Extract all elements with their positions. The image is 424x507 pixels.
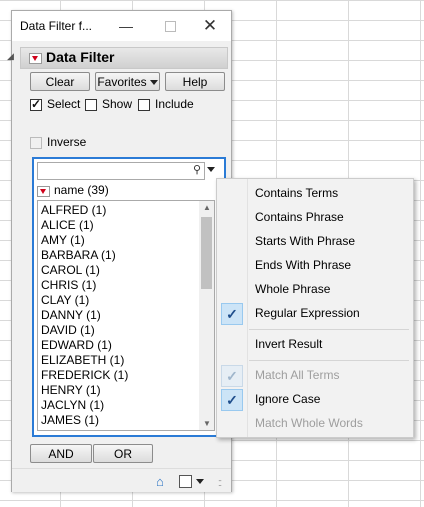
menu-item[interactable]: Contains Phrase [255,210,344,224]
include-label: Include [155,97,194,111]
list-item[interactable]: ALFRED (1) [41,203,106,217]
checkmark-icon: ✓ [221,365,243,387]
select-checkbox[interactable] [30,97,42,111]
list-item[interactable]: CHRIS (1) [41,278,96,292]
resize-grip-icon[interactable]: ⁚⁚ [218,479,222,488]
header-title: Data Filter [46,49,115,65]
collapse-triangle-icon[interactable]: ◢ [7,51,14,62]
menu-item[interactable]: Whole Phrase [255,282,330,296]
search-panel: ⚲ name (39) ALFRED (1) ALICE (1) AMY (1) BA… [32,157,226,437]
list-item[interactable]: JACLYN (1) [41,398,104,412]
list-item[interactable]: FREDERICK (1) [41,368,128,382]
data-filter-window: Data Filter f... — ✕ ◢ Data Filter Clear… [7,10,232,492]
menu-item[interactable]: Invert Result [255,337,322,351]
menu-separator [249,360,409,361]
menu-item[interactable]: Ignore Case [255,392,320,406]
menu-item[interactable]: Ends With Phrase [255,258,351,272]
list-header: name (39) [37,183,217,198]
select-label: Select [47,97,81,111]
red-triangle-menu-icon[interactable] [37,186,50,197]
search-input[interactable]: ⚲ [37,162,205,180]
list-item[interactable]: ALICE (1) [41,218,94,232]
list-item[interactable]: JAMES (1) [41,413,99,427]
list-header-label: name (39) [54,183,109,197]
checkmark-icon: ✓ [221,303,243,325]
inverse-label: Inverse [47,135,87,149]
list-item[interactable]: CAROL (1) [41,263,100,277]
menu-item: Match All Terms [255,368,340,382]
status-bar: ⌂ ⁚⁚ [12,468,231,492]
search-options-dropdown-icon[interactable] [207,167,215,172]
maximize-button[interactable] [158,15,182,37]
chevron-down-icon[interactable] [196,479,204,484]
minimize-button[interactable]: — [114,15,138,37]
scroll-down-icon[interactable]: ▼ [203,419,211,428]
list-item[interactable]: HENRY (1) [41,383,101,397]
red-triangle-menu-icon[interactable] [29,53,42,64]
window-title: Data Filter f... [20,19,93,33]
show-checkbox[interactable] [85,99,97,111]
include-checkbox[interactable] [138,99,150,111]
checkbox-icon[interactable] [179,475,192,488]
menu-item[interactable]: Contains Terms [255,186,338,200]
data-filter-header: Data Filter [20,47,228,69]
list-item[interactable]: CLAY (1) [41,293,89,307]
checkmark-icon: ✓ [221,389,243,411]
clear-button[interactable]: Clear [30,72,90,91]
help-button[interactable]: Help [165,72,225,91]
menu-item: Match Whole Words [255,416,363,430]
vertical-scrollbar[interactable]: ▲ ▼ [199,201,214,430]
list-item[interactable]: ELIZABETH (1) [41,353,124,367]
list-item[interactable]: BARBARA (1) [41,248,116,262]
and-button[interactable]: AND [30,444,92,463]
favorites-button[interactable]: Favorites [95,72,160,91]
close-button[interactable]: ✕ [198,15,222,37]
inverse-checkbox[interactable] [30,137,42,149]
search-icon[interactable]: ⚲ [193,163,201,176]
home-icon[interactable]: ⌂ [156,474,164,489]
show-label: Show [102,97,133,111]
scroll-thumb[interactable] [201,217,212,289]
menu-item[interactable]: Starts With Phrase [255,234,355,248]
menu-item[interactable]: Regular Expression [255,306,360,320]
name-list[interactable]: ALFRED (1) ALICE (1) AMY (1) BARBARA (1) CAR… [37,200,215,431]
search-options-menu: Contains Terms Contains Phrase Starts With… [216,178,414,438]
favorites-label: Favorites [97,75,147,89]
title-bar: Data Filter f... — ✕ [12,11,231,41]
chevron-down-icon [149,80,158,86]
list-item[interactable]: AMY (1) [41,233,85,247]
menu-separator [249,329,409,330]
list-item[interactable]: EDWARD (1) [41,338,112,352]
list-item[interactable]: DANNY (1) [41,308,101,322]
scroll-up-icon[interactable]: ▲ [203,203,211,212]
or-button[interactable]: OR [93,444,153,463]
list-item[interactable]: DAVID (1) [41,323,95,337]
